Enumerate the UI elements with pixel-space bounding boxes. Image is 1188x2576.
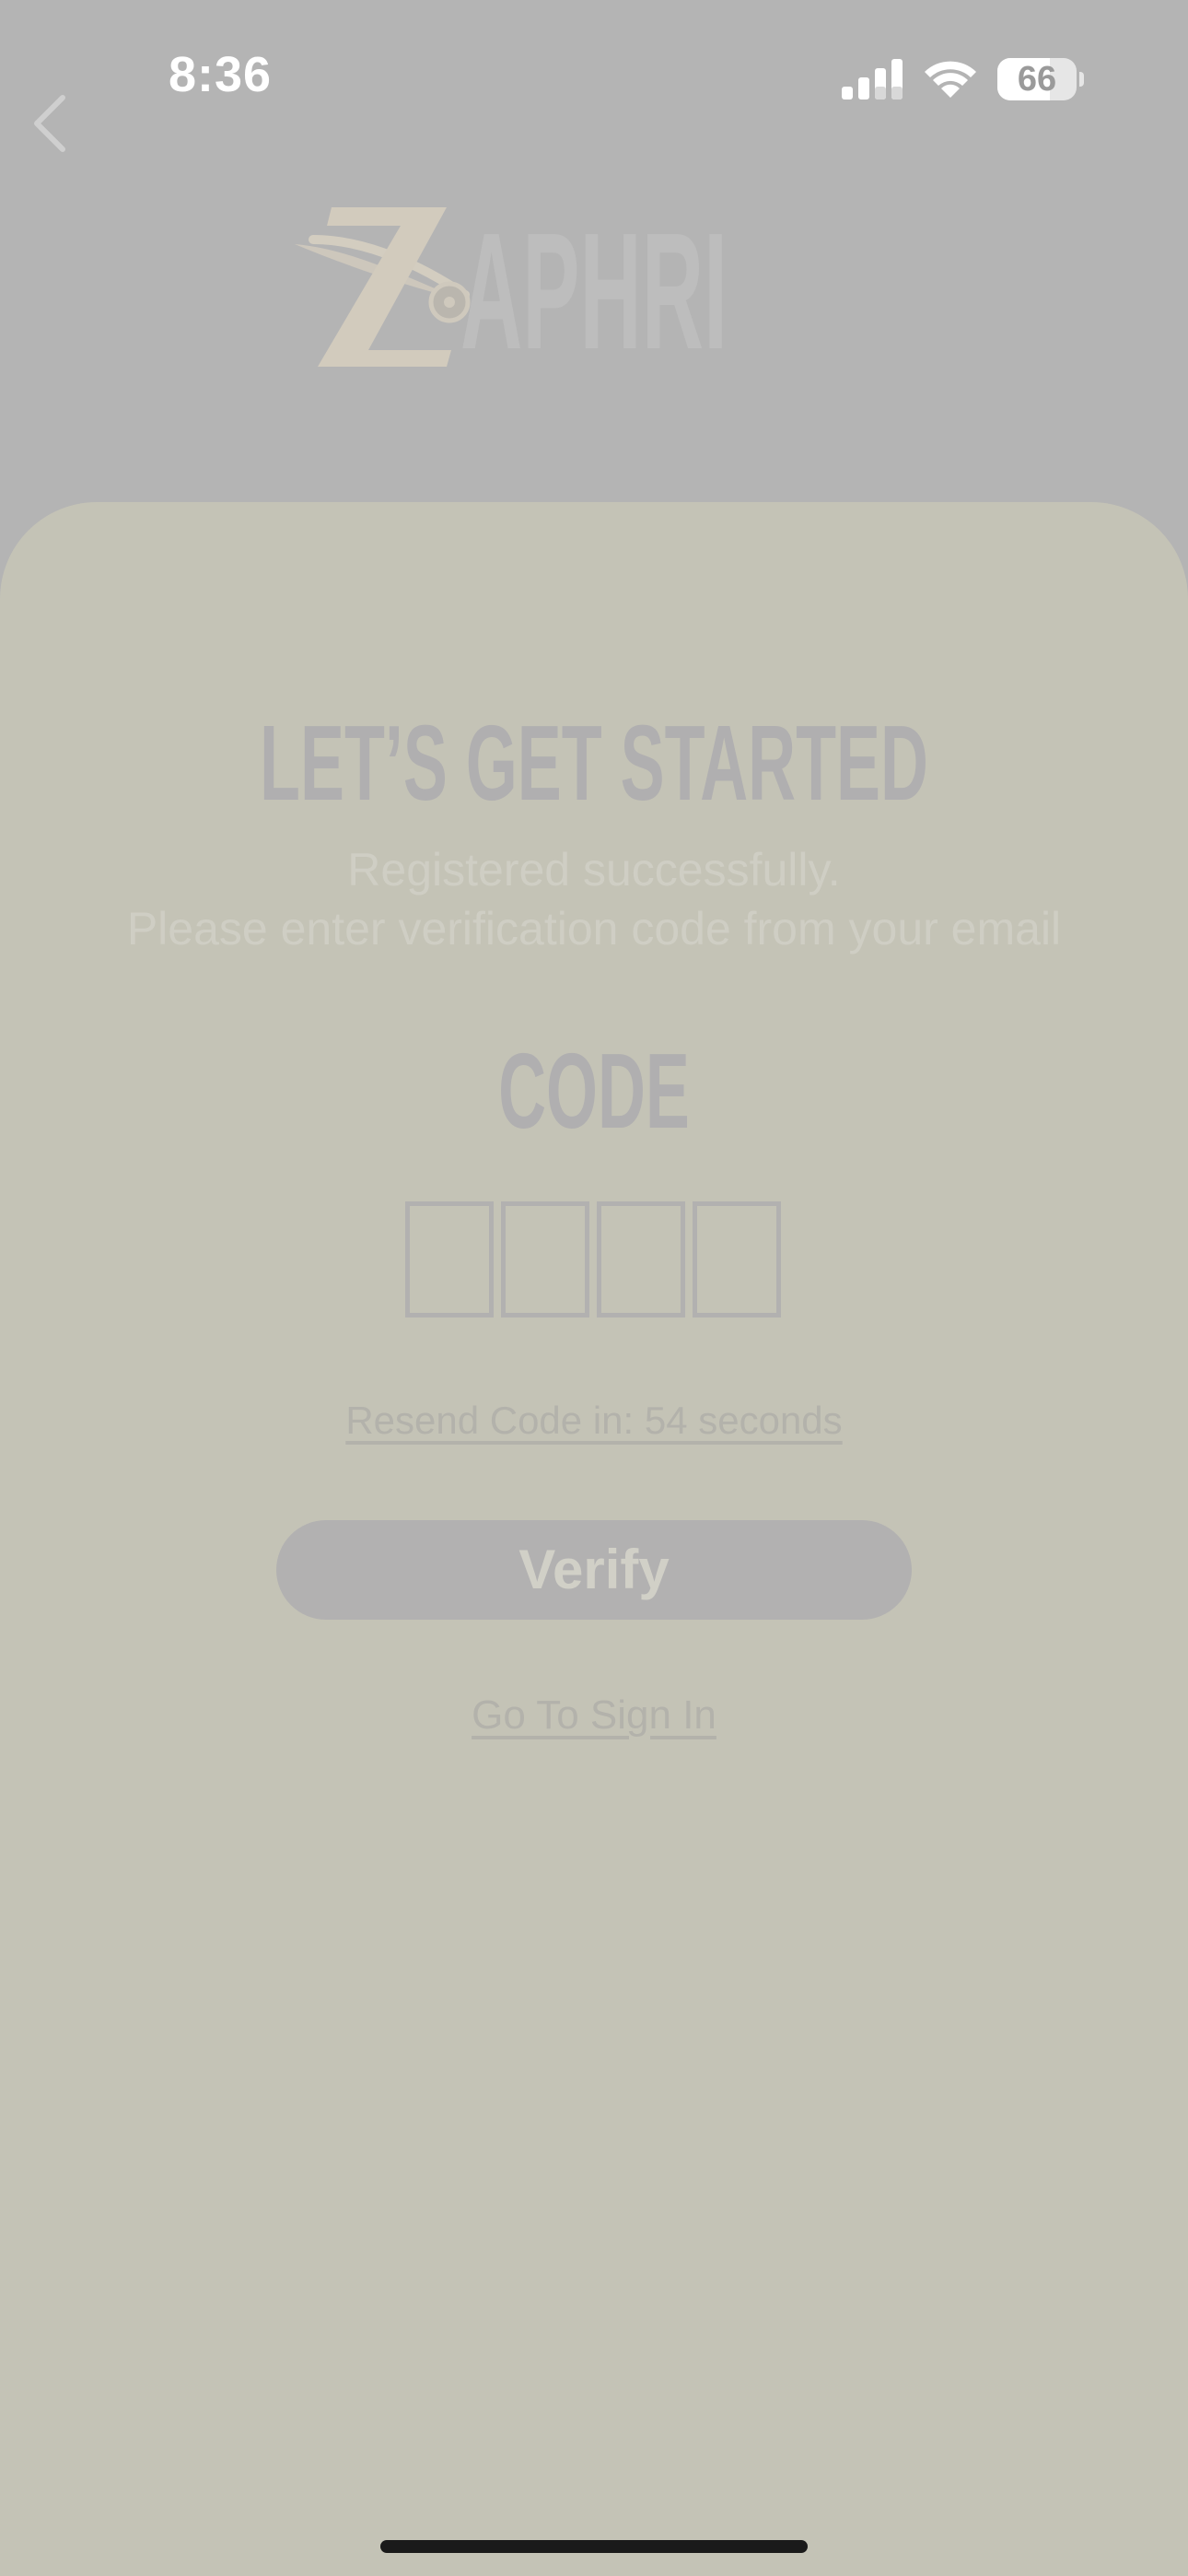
battery-level: 66 [1017,60,1057,99]
battery-icon: 66 [997,58,1084,100]
verification-code-input [405,1201,783,1317]
battery-body: 66 [997,58,1077,100]
code-digit-1[interactable] [405,1201,494,1317]
status-bar: 8:36 66 [0,0,1188,157]
chevron-left-icon [34,95,65,152]
sign-in-row: Go To Sign In [0,1688,1188,1743]
battery-nub [1079,72,1084,87]
back-button[interactable] [20,88,85,158]
verify-button[interactable]: Verify [276,1520,912,1620]
resend-code-timer: Resend Code in: 54 seconds [0,1393,1188,1448]
code-label: CODE [498,1031,690,1151]
success-message: Registered successfully. [347,844,841,896]
wifi-icon [925,61,976,98]
cellular-signal-icon [842,59,903,100]
instruction-message: Please enter verification code from your… [126,903,1062,954]
resend-code-link[interactable]: Resend Code in: 54 seconds [345,1399,842,1442]
code-digit-3[interactable] [597,1201,685,1317]
page-title: LET’S GET STARTED [260,703,928,823]
svg-text:APHRI: APHRI [460,199,728,378]
home-indicator [380,2540,808,2553]
status-time: 8:36 [169,47,273,102]
go-to-sign-in-link[interactable]: Go To Sign In [472,1692,716,1738]
code-digit-4[interactable] [693,1201,781,1317]
code-digit-2[interactable] [501,1201,589,1317]
zaphri-logo: APHRI [295,199,728,378]
